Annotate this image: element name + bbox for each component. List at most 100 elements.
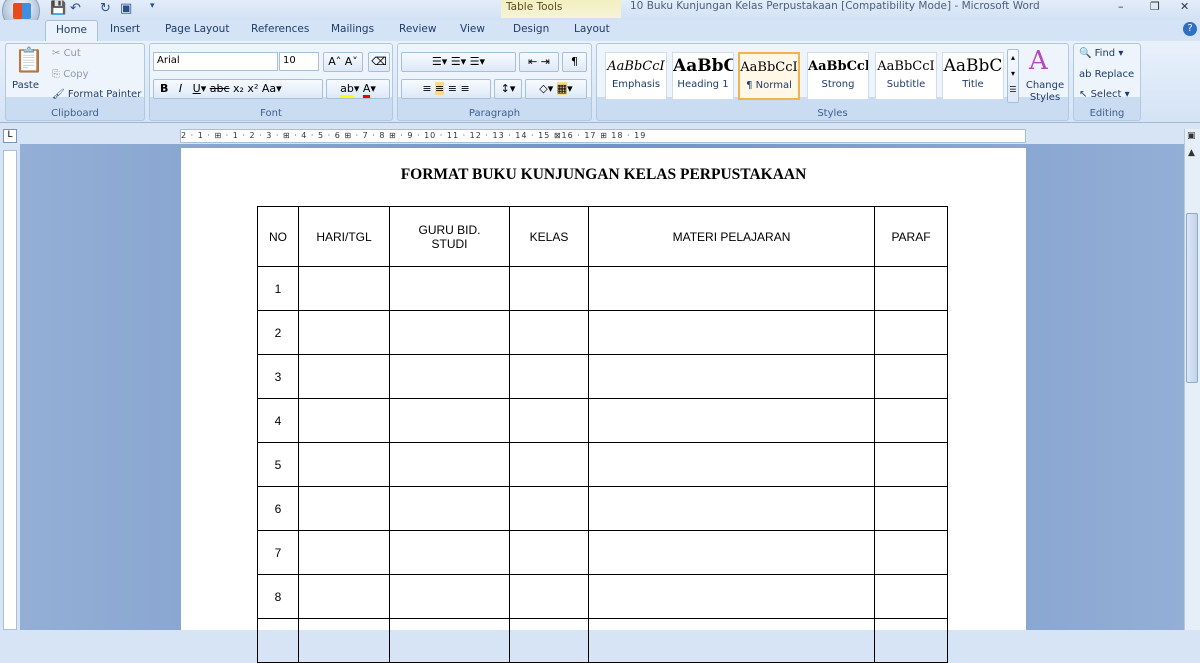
table-cell[interactable] xyxy=(588,486,875,531)
table-cell[interactable] xyxy=(389,486,510,531)
grow-shrink-font-button[interactable]: A˄ A˅ xyxy=(323,52,363,72)
clear-formatting-button[interactable]: ⌫ xyxy=(368,52,390,72)
scroll-up-icon[interactable]: ▲ xyxy=(1188,148,1195,158)
table-cell[interactable] xyxy=(298,266,390,311)
table-cell[interactable]: 3 xyxy=(257,354,299,399)
redo-icon[interactable]: ↻ xyxy=(100,1,111,16)
style-subtitle[interactable]: AaBbCcI Subtitle xyxy=(875,52,937,100)
tab-design[interactable]: Design xyxy=(503,20,559,41)
tab-selector[interactable]: L xyxy=(3,129,17,143)
table-cell[interactable] xyxy=(298,442,390,487)
table-cell[interactable] xyxy=(298,618,390,663)
table-cell[interactable] xyxy=(874,398,948,443)
table-cell[interactable] xyxy=(874,574,948,619)
cut-button[interactable]: ✂ Cut xyxy=(52,48,81,59)
pilcrow-button[interactable]: ¶ xyxy=(562,52,587,72)
replace-button[interactable]: ab Replace xyxy=(1079,69,1134,80)
alignment-buttons[interactable]: ≡ ≡ ≡ ≡ xyxy=(401,79,491,99)
style-normal[interactable]: AaBbCcI ¶ Normal xyxy=(738,52,800,100)
table-cell[interactable] xyxy=(389,310,510,355)
table-cell[interactable] xyxy=(874,618,948,663)
table-cell[interactable]: 7 xyxy=(257,530,299,575)
table-cell[interactable] xyxy=(588,354,875,399)
table-cell[interactable] xyxy=(588,310,875,355)
table-cell[interactable] xyxy=(588,530,875,575)
table-cell[interactable] xyxy=(874,266,948,311)
tab-page-layout[interactable]: Page Layout xyxy=(155,20,239,41)
minimize-icon[interactable]: – xyxy=(1118,0,1124,13)
horizontal-ruler[interactable]: 2 · 1 · ⊞ · 1 · 2 · 3 · ⊞ · 4 · 5 · 6 ⊞ … xyxy=(180,129,1026,143)
font-size-select[interactable]: 10 xyxy=(279,52,319,71)
table-cell[interactable] xyxy=(389,354,510,399)
table-cell[interactable] xyxy=(389,618,510,663)
table-cell[interactable] xyxy=(509,398,589,443)
style-heading-1[interactable]: AaBbC Heading 1 xyxy=(672,52,734,100)
table-cell[interactable]: 6 xyxy=(257,486,299,531)
table-cell[interactable] xyxy=(298,574,390,619)
table-cell[interactable] xyxy=(509,530,589,575)
table-cell[interactable] xyxy=(509,618,589,663)
table-cell[interactable] xyxy=(257,618,299,663)
table-cell[interactable]: 4 xyxy=(257,398,299,443)
format-painter-button[interactable]: 🖌 Format Painter xyxy=(52,89,141,100)
table-cell[interactable] xyxy=(874,354,948,399)
table-cell[interactable]: 5 xyxy=(257,442,299,487)
select-button[interactable]: ↖ Select ▾ xyxy=(1079,89,1130,100)
table-cell[interactable] xyxy=(588,266,875,311)
document-page[interactable]: FORMAT BUKU KUNJUNGAN KELAS PERPUSTAKAAN… xyxy=(181,148,1026,663)
customize-qat-icon[interactable]: ▾ xyxy=(150,1,155,11)
table-cell[interactable] xyxy=(874,310,948,355)
tab-review[interactable]: Review xyxy=(389,20,446,41)
table-cell[interactable] xyxy=(509,574,589,619)
style-emphasis[interactable]: AaBbCcI Emphasis xyxy=(605,52,667,100)
tab-layout[interactable]: Layout xyxy=(564,20,620,41)
ruler-toggle-icon[interactable]: ▣ xyxy=(1187,131,1196,141)
table-cell[interactable] xyxy=(509,442,589,487)
find-button[interactable]: 🔍 Find ▾ xyxy=(1079,48,1123,59)
table-cell[interactable] xyxy=(588,574,875,619)
table-cell[interactable] xyxy=(389,574,510,619)
table-cell[interactable] xyxy=(588,398,875,443)
tab-home[interactable]: Home xyxy=(45,20,99,41)
close-icon[interactable]: ✕ xyxy=(1180,0,1189,13)
table-cell[interactable] xyxy=(389,266,510,311)
tab-insert[interactable]: Insert xyxy=(100,20,150,41)
table-cell[interactable]: 2 xyxy=(257,310,299,355)
indent-buttons[interactable]: ⇤ ⇥ xyxy=(519,52,559,72)
tab-mailings[interactable]: Mailings xyxy=(321,20,384,41)
table-cell[interactable] xyxy=(509,354,589,399)
table-cell[interactable] xyxy=(874,486,948,531)
style-strong[interactable]: AaBbCcl Strong xyxy=(807,52,869,100)
table-cell[interactable] xyxy=(389,530,510,575)
table-cell[interactable]: 1 xyxy=(257,266,299,311)
table-cell[interactable] xyxy=(298,486,390,531)
tab-references[interactable]: References xyxy=(241,20,319,41)
highlight-fontcolor-buttons[interactable]: ab▾ A▾ xyxy=(326,79,390,99)
copy-button[interactable]: ⎘ Copy xyxy=(52,69,89,80)
tab-view[interactable]: View xyxy=(450,20,495,41)
visit-log-table[interactable]: NO HARI/TGL GURU BID. STUDI KELAS MATERI… xyxy=(257,206,948,663)
styles-scroll-buttons[interactable]: ▴ ▾ ☰ xyxy=(1007,49,1019,103)
format-buttons[interactable]: B I U▾ abc x₂ x² Aa▾ xyxy=(153,79,323,99)
style-title[interactable]: AaBbC Title xyxy=(942,52,1004,100)
table-cell[interactable] xyxy=(588,618,875,663)
table-cell[interactable] xyxy=(874,442,948,487)
table-cell[interactable] xyxy=(509,310,589,355)
undo-icon[interactable]: ↶ xyxy=(70,1,81,16)
paste-button[interactable]: Paste xyxy=(12,80,39,91)
change-styles-button[interactable]: Change Styles xyxy=(1025,80,1065,104)
print-preview-icon[interactable]: ▣ xyxy=(120,1,132,16)
table-cell[interactable]: 8 xyxy=(257,574,299,619)
table-cell[interactable] xyxy=(298,398,390,443)
help-icon[interactable]: ? xyxy=(1183,22,1197,36)
save-icon[interactable]: 💾 xyxy=(50,1,66,16)
list-buttons[interactable]: ☰▾ ☰▾ ☰▾ xyxy=(401,52,516,72)
line-spacing-button[interactable]: ↕▾ xyxy=(494,79,522,99)
vertical-ruler[interactable] xyxy=(3,150,17,630)
table-cell[interactable] xyxy=(298,530,390,575)
table-cell[interactable] xyxy=(389,442,510,487)
table-cell[interactable] xyxy=(298,310,390,355)
paste-icon[interactable]: 📋 xyxy=(14,46,44,74)
shading-borders-buttons[interactable]: ◇▾ ▦▾ xyxy=(525,79,587,99)
table-cell[interactable] xyxy=(874,530,948,575)
